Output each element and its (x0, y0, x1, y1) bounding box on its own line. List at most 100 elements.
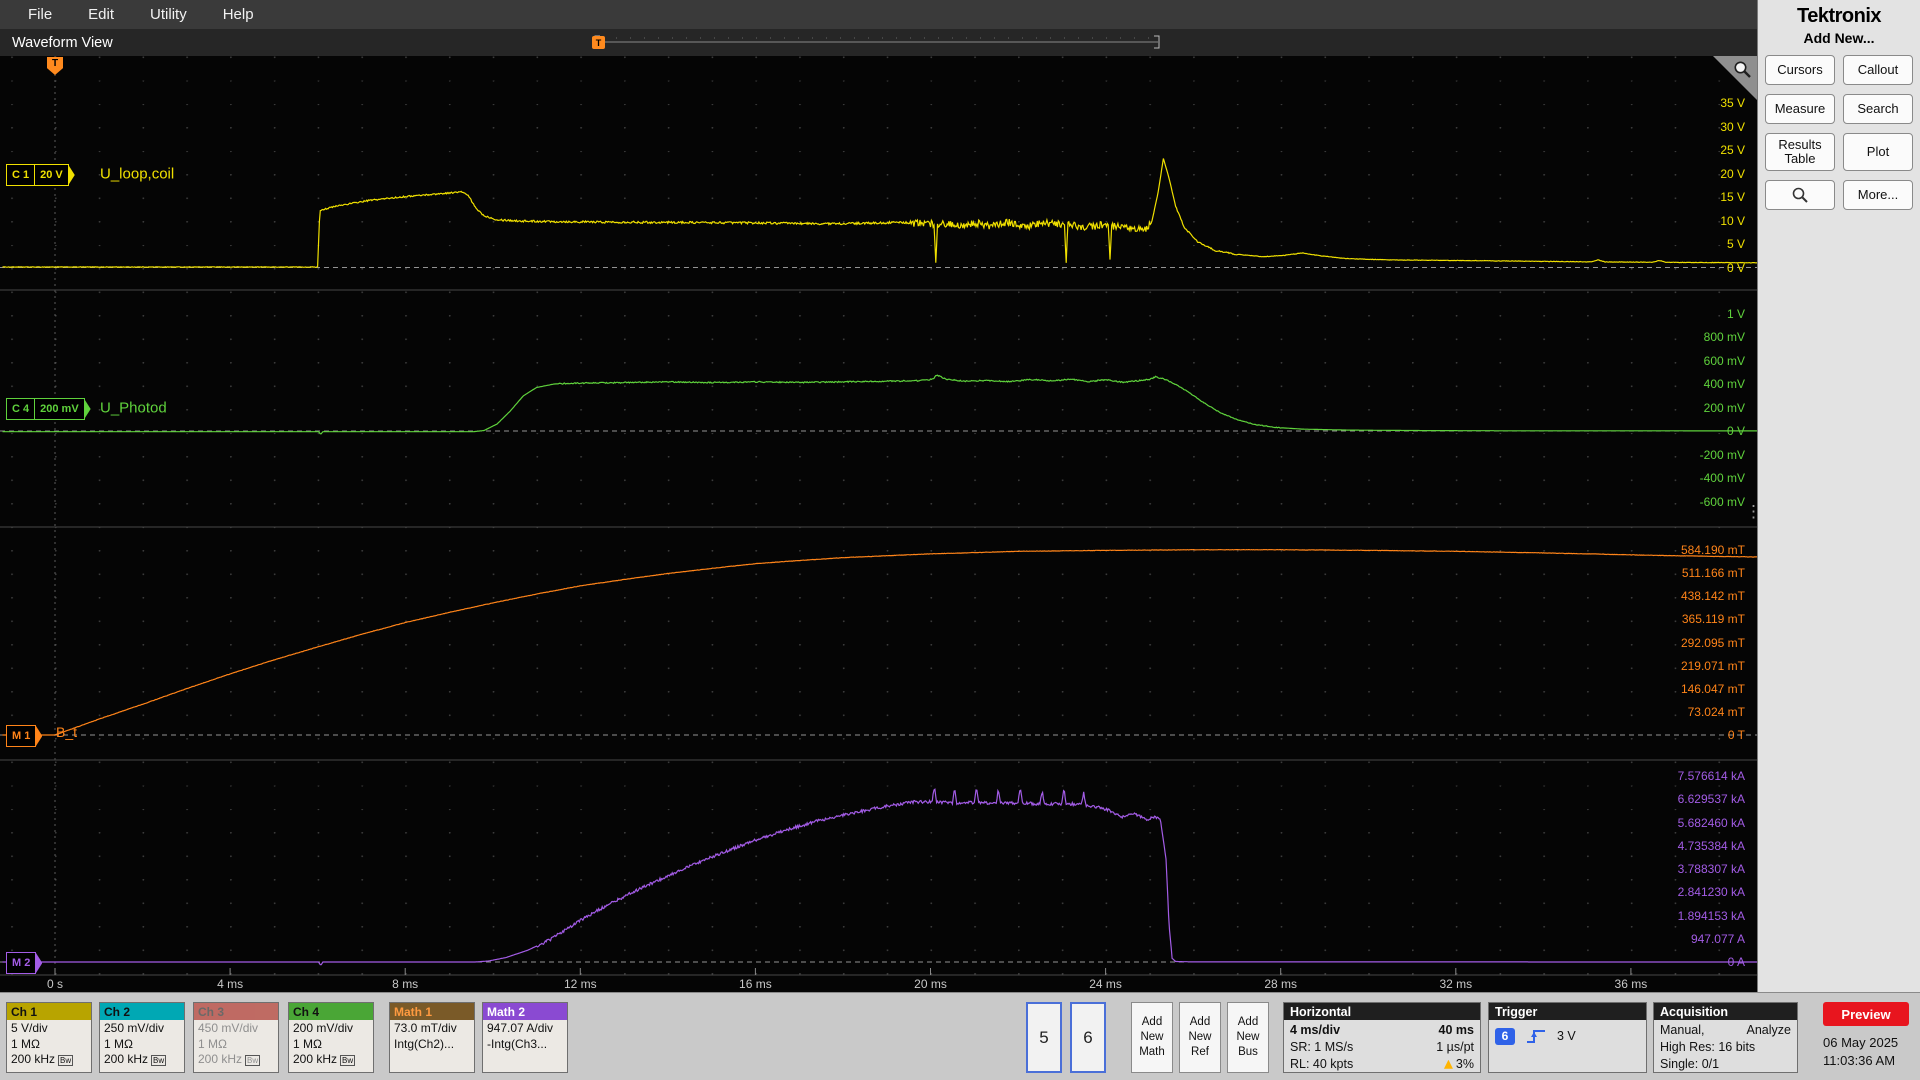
add-new-math-button[interactable]: Add New Math (1131, 1002, 1173, 1073)
sidebar-button-measure[interactable]: Measure (1765, 94, 1835, 124)
waveform-window: Waveform View T T C 1 20 V C 4 200 mV M … (0, 29, 1757, 992)
sidebar-button-zoom[interactable] (1765, 180, 1835, 210)
sidebar-button-plot[interactable]: Plot (1843, 133, 1913, 171)
numbered-badge-6[interactable]: 6 (1070, 1002, 1106, 1073)
channel-badge-c4-scale: 200 mV (34, 399, 84, 419)
trigger-level: 3 V (1557, 1028, 1576, 1043)
preview-button[interactable]: Preview (1823, 1002, 1909, 1026)
axis-label-math1: 438.142 mT (1680, 589, 1745, 604)
axis-label-math2: 7.576614 kA (1677, 769, 1745, 783)
axis-label-math2: 5.682460 kA (1677, 815, 1745, 830)
record-length: RL: 40 kpts (1290, 1056, 1354, 1071)
trigger-position-icon[interactable]: T (592, 36, 605, 49)
waveform-title-bar: Waveform View T (0, 29, 1757, 56)
trigger-panel-title: Trigger (1489, 1003, 1646, 1020)
position-icon (1443, 1059, 1453, 1069)
panel-drag-handle[interactable] (1748, 497, 1759, 527)
record-view-ruler[interactable] (586, 32, 1168, 52)
add-new-title: Add New... (1803, 30, 1875, 46)
trace-label-ch4[interactable]: U_Photod (100, 400, 167, 417)
axis-label-math1: 73.024 mT (1687, 704, 1745, 719)
horizontal-panel[interactable]: Horizontal 4 ms/div 40 ms SR: 1 MS/s 1 µ… (1283, 1002, 1481, 1073)
acquisition-mode: Manual, (1660, 1023, 1705, 1037)
horizontal-panel-title: Horizontal (1284, 1003, 1480, 1020)
axis-label-ch1: 30 V (1720, 119, 1745, 134)
channel-badge-m1-label: M 1 (12, 730, 31, 742)
trigger-panel[interactable]: Trigger 6 3 V (1488, 1002, 1647, 1073)
axis-label-math2: 947.077 A (1690, 931, 1745, 946)
axis-label-math1: 584.190 mT (1680, 543, 1745, 557)
channel-badge-c4-plot[interactable]: C 4 200 mV (6, 398, 91, 420)
channel-badge-c1-plot[interactable]: C 1 20 V (6, 164, 75, 186)
channel-badge-ch-4[interactable]: Ch 4 200 mV/div 1 MΩ 200 kHz Bw (288, 1002, 374, 1073)
magnifier-icon (1734, 61, 1751, 78)
axis-label-math2: 4.735384 kA (1677, 838, 1745, 853)
channel-badge-ch-3[interactable]: Ch 3 450 mV/div 1 MΩ 200 kHz Bw (193, 1002, 279, 1073)
axis-label-ch1: 20 V (1720, 166, 1745, 181)
axis-label-ch4: 0 V (1726, 424, 1745, 438)
sidebar-button-callout[interactable]: Callout (1843, 55, 1913, 85)
sample-rate: SR: 1 MS/s (1290, 1039, 1354, 1054)
window-title: Waveform View (12, 34, 113, 51)
menu-item-edit[interactable]: Edit (72, 3, 130, 26)
axis-label-ch1: 0 V (1726, 260, 1745, 275)
menu-item-help[interactable]: Help (207, 3, 270, 26)
time-axis-label: 28 ms (1264, 977, 1298, 991)
axis-label-ch1: 35 V (1720, 96, 1745, 110)
sidebar-button-more[interactable]: More... (1843, 180, 1913, 210)
time-axis-label: 20 ms (914, 977, 947, 991)
right-sidebar: Tektronix Add New... Cursors Callout Measu… (1757, 0, 1920, 992)
horizontal-position: 3% (1455, 1056, 1474, 1071)
axis-label-ch1: 5 V (1726, 237, 1745, 251)
tektronix-logo: Tektronix (1796, 5, 1882, 27)
sidebar-button-results-table[interactable]: Results Table (1765, 133, 1835, 171)
trace-label-math1[interactable]: B_t (56, 724, 77, 740)
sidebar-button-cursors[interactable]: Cursors (1765, 55, 1835, 85)
bandwidth-icon: Bw (245, 1055, 261, 1067)
axis-label-ch4: 400 mV (1703, 377, 1745, 391)
time-axis-label: 12 ms (563, 977, 597, 991)
numbered-badge-5[interactable]: 5 (1026, 1002, 1062, 1073)
axis-label-ch4: 800 mV (1703, 330, 1745, 344)
axis-label-ch1: 10 V (1720, 213, 1745, 228)
axis-label-ch4: 600 mV (1703, 353, 1745, 368)
axis-label-ch1: 25 V (1720, 143, 1745, 157)
menu-item-file[interactable]: File (12, 3, 68, 26)
axis-label-ch4: -400 mV (1699, 471, 1745, 485)
time-axis-label: 4 ms (217, 977, 244, 991)
channel-badge-m2-label: M 2 (12, 957, 31, 969)
horizontal-scale: 4 ms/div (1290, 1023, 1341, 1037)
axis-label-ch1: 15 V (1720, 190, 1745, 204)
trigger-source-chip: 6 (1495, 1027, 1515, 1045)
axis-label-math1: 292.095 mT (1680, 635, 1745, 650)
magnifier-icon (1792, 187, 1808, 203)
add-new-ref-button[interactable]: Add New Ref (1179, 1002, 1221, 1073)
axis-label-math1: 219.071 mT (1680, 658, 1745, 673)
time-axis-label: 8 ms (392, 977, 419, 991)
channel-badge-ch-2[interactable]: Ch 2 250 mV/div 1 MΩ 200 kHz Bw (99, 1002, 185, 1073)
axis-label-math2: 1.894153 kA (1677, 908, 1745, 923)
bottom-bar: Horizontal 4 ms/div 40 ms SR: 1 MS/s 1 µ… (0, 992, 1920, 1080)
acquisition-resolution: High Res: 16 bits (1660, 1039, 1756, 1054)
channel-badge-math-2[interactable]: Math 2 947.07 A/div -Intg(Ch3... (482, 1002, 568, 1073)
bandwidth-icon: Bw (58, 1055, 74, 1067)
channel-badge-c4-label: C 4 (12, 403, 30, 415)
datetime: 06 May 2025 11:03:36 AM (1823, 1034, 1898, 1069)
add-new-bus-button[interactable]: Add New Bus (1227, 1002, 1269, 1073)
rising-edge-icon (1527, 1030, 1545, 1043)
axis-label-ch4: 1 V (1726, 306, 1745, 321)
axis-label-ch4: -600 mV (1699, 494, 1745, 509)
axis-label-math1: 146.047 mT (1680, 681, 1745, 696)
channel-badge-c1-scale: 20 V (34, 165, 68, 185)
channel-badge-ch-1[interactable]: Ch 15 V/div 1 MΩ 200 kHz Bw (6, 1002, 92, 1073)
menu-item-utility[interactable]: Utility (134, 3, 203, 26)
channel-badge-math-1[interactable]: Math 1 73.0 mT/div Intg(Ch2)... (389, 1002, 475, 1073)
channel-badge-m1-plot[interactable]: M 1 (6, 725, 43, 747)
acquisition-panel[interactable]: Acquisition Manual, Analyze High Res: 16… (1653, 1002, 1798, 1073)
bandwidth-icon: Bw (340, 1055, 356, 1067)
trace-label-ch1[interactable]: U_loop,coil (100, 166, 174, 183)
sidebar-button-search[interactable]: Search (1843, 94, 1913, 124)
axis-label-math1: 511.166 mT (1681, 566, 1745, 581)
axis-label-ch4: 200 mV (1703, 400, 1745, 415)
channel-badge-m2-plot[interactable]: M 2 (6, 952, 43, 974)
